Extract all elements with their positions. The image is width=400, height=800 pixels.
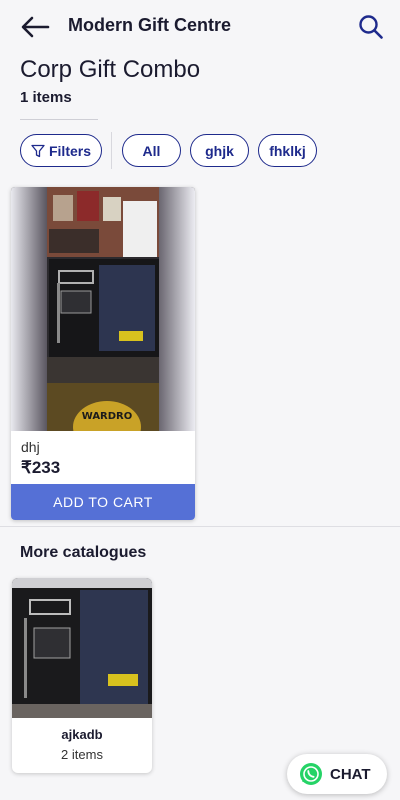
catalogue-item-count: 1 items [20, 89, 72, 106]
catalogue-count: 2 items [61, 747, 103, 762]
chat-label: CHAT [330, 765, 371, 783]
section-divider [0, 526, 400, 527]
chip-divider [111, 132, 112, 169]
catalogue-image [12, 578, 152, 718]
chip-ghjk[interactable]: ghjk [190, 134, 249, 167]
chat-button[interactable]: CHAT [287, 754, 387, 794]
product-card[interactable]: WARDRO dhj ₹233 ADD TO CART [11, 187, 195, 520]
catalogue-card[interactable]: ajkadb 2 items [12, 578, 152, 773]
filter-icon [31, 144, 45, 157]
catalogue-name: ajkadb [61, 727, 103, 742]
filters-button[interactable]: Filters [20, 134, 102, 167]
product-image[interactable]: WARDRO [11, 187, 195, 431]
svg-text:WARDRO: WARDRO [82, 411, 133, 422]
title-underline [20, 119, 98, 120]
product-name: dhj [21, 439, 40, 455]
chip-all[interactable]: All [122, 134, 181, 167]
whatsapp-icon [300, 763, 322, 785]
more-catalogues-heading: More catalogues [20, 544, 147, 561]
filters-label: Filters [48, 142, 91, 159]
search-icon[interactable] [356, 12, 386, 42]
add-to-cart-button[interactable]: ADD TO CART [11, 484, 195, 520]
app-bar: Modern Gift Centre [0, 0, 400, 52]
product-price: ₹233 [21, 458, 61, 477]
store-title: Modern Gift Centre [68, 15, 232, 35]
chip-fhklkj[interactable]: fhklkj [258, 134, 317, 167]
catalogue-title: Corp Gift Combo [20, 56, 201, 83]
back-arrow-icon[interactable] [18, 12, 52, 42]
